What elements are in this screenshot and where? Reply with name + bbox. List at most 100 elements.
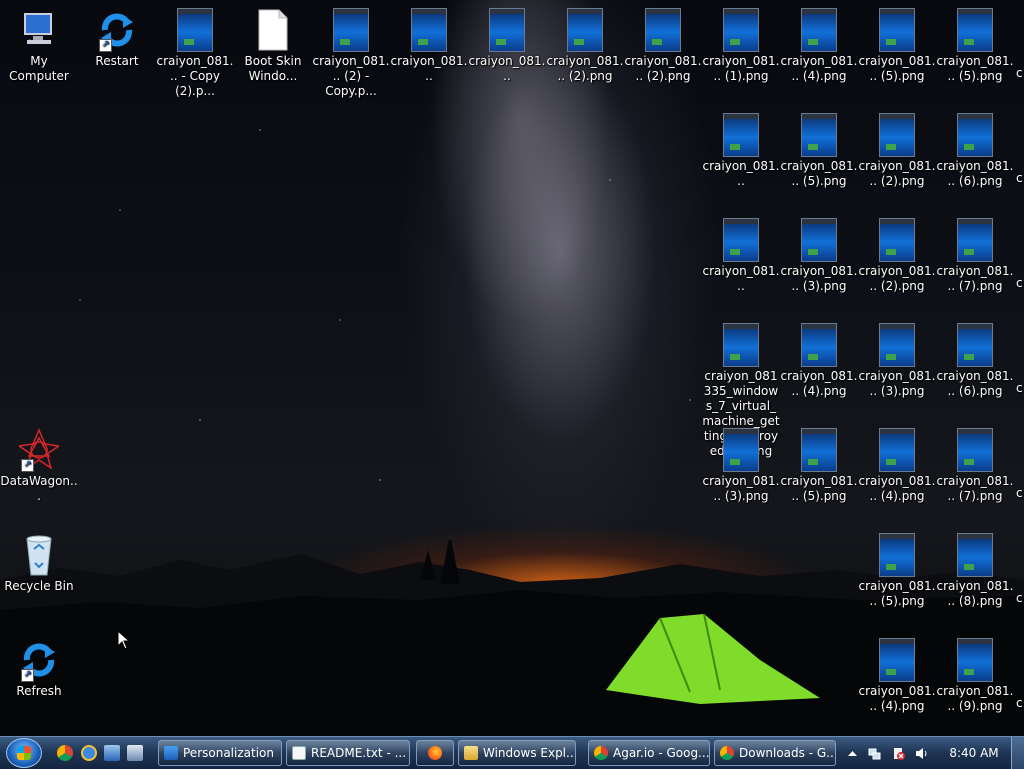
icon-label: craiyon_081... (4).png	[780, 54, 858, 83]
image-file-icon	[721, 218, 761, 262]
file-icon[interactable]: craiyon_081...	[702, 113, 780, 189]
file-icon[interactable]: craiyon_081...	[702, 218, 780, 294]
image-file-icon	[877, 323, 917, 367]
recycle-bin-icon[interactable]: Recycle Bin	[0, 533, 78, 594]
image-file-icon	[799, 113, 839, 157]
taskbar-button-personalization[interactable]: Personalization	[158, 740, 282, 766]
file-icon[interactable]: craiyon_081... (4).png	[858, 638, 936, 714]
image-file-icon	[877, 638, 917, 682]
file-icon[interactable]: craiyon_081... (8).png	[936, 533, 1014, 609]
refresh-shortcut[interactable]: ↗ Refresh	[0, 638, 78, 699]
show-desktop-button[interactable]	[1011, 737, 1024, 769]
edge-icon-label[interactable]: c	[1016, 276, 1023, 290]
internet-explorer-icon[interactable]	[81, 745, 97, 761]
trash-icon	[19, 533, 59, 577]
icon-label: craiyon_081... (5).png	[936, 54, 1014, 83]
file-icon[interactable]: craiyon_081... (2).png	[624, 8, 702, 84]
file-icon[interactable]: craiyon_081... (5).png	[936, 8, 1014, 84]
file-icon[interactable]: craiyon_081... (3).png	[780, 218, 858, 294]
edge-icon-label[interactable]: c	[1016, 171, 1023, 185]
icon-label: craiyon_081... (6).png	[936, 369, 1014, 398]
icon-label: craiyon_081... (3).png	[702, 474, 780, 503]
image-file-icon	[331, 8, 371, 52]
file-icon[interactable]: craiyon_081... (2).png	[546, 8, 624, 84]
file-icon[interactable]: craiyon_081... (3).png	[702, 428, 780, 504]
file-icon[interactable]: craiyon_081... (4).png	[780, 8, 858, 84]
file-icon[interactable]: craiyon_081... (9).png	[936, 638, 1014, 714]
show-hidden-icons-icon[interactable]	[846, 747, 859, 760]
file-icon[interactable]: craiyon_081... (4).png	[780, 323, 858, 399]
icon-label: craiyon_081... (4).png	[780, 369, 858, 398]
file-icon[interactable]: craiyon_081... (5).png	[780, 113, 858, 189]
switch-windows-icon[interactable]	[127, 745, 143, 761]
file-icon[interactable]: craiyon_081... - Copy (2).p...	[156, 8, 234, 99]
file-icon[interactable]: Boot Skin Windo...	[234, 8, 312, 84]
file-icon[interactable]: craiyon_081... (2) - Copy.p...	[312, 8, 390, 99]
taskbar-button-firefox[interactable]	[416, 740, 454, 766]
image-file-icon	[721, 323, 761, 367]
system-clock[interactable]: 8:40 AM	[938, 737, 1010, 769]
datawagon-shortcut[interactable]: ↗ DataWagon...	[0, 428, 78, 504]
image-file-icon	[877, 428, 917, 472]
image-file-icon	[799, 428, 839, 472]
image-file-icon	[799, 218, 839, 262]
image-file-icon	[721, 8, 761, 52]
taskbar-button-windows-explorer[interactable]: Windows Expl...	[458, 740, 576, 766]
chrome-icon	[594, 746, 608, 760]
taskbar-button-downloads-chrome[interactable]: Downloads - G...	[714, 740, 836, 766]
icon-label: craiyon_081...	[390, 54, 468, 83]
icon-label: craiyon_081... (5).png	[858, 54, 936, 83]
folder-icon	[464, 746, 478, 760]
taskbar-button-agar-chrome[interactable]: Agar.io - Goog...	[588, 740, 710, 766]
file-icon[interactable]: craiyon_081...	[390, 8, 468, 84]
icon-label: craiyon_081... (5).png	[780, 474, 858, 503]
file-icon[interactable]: craiyon_081...	[468, 8, 546, 84]
taskbar-button-label: Agar.io - Goog...	[613, 746, 710, 760]
personalization-icon	[164, 746, 178, 760]
icon-label: craiyon_081...	[702, 264, 780, 293]
file-icon[interactable]: craiyon_081... (5).png	[858, 533, 936, 609]
shortcut-arrow-icon: ↗	[99, 39, 112, 52]
file-icon[interactable]: craiyon_081... (4).png	[858, 428, 936, 504]
icon-label: craiyon_081... - Copy (2).p...	[156, 54, 234, 98]
windows-logo-icon	[17, 746, 31, 760]
my-computer-icon[interactable]: My Computer	[0, 8, 78, 84]
file-icon[interactable]: craiyon_081... (5).png	[858, 8, 936, 84]
taskbar-button-readme[interactable]: README.txt - ...	[286, 740, 410, 766]
image-file-icon	[721, 428, 761, 472]
icon-label: craiyon_081... (2).png	[546, 54, 624, 83]
edge-icon-label[interactable]: c	[1016, 696, 1023, 710]
edge-icon-label[interactable]: c	[1016, 591, 1023, 605]
file-icon[interactable]: craiyon_081... (5).png	[780, 428, 858, 504]
file-icon[interactable]: craiyon_081... (2).png	[858, 113, 936, 189]
icon-label: craiyon_081... (5).png	[858, 579, 936, 608]
image-file-icon	[721, 113, 761, 157]
icon-label: craiyon_081... (2).png	[858, 159, 936, 188]
icon-label: Recycle Bin	[4, 579, 74, 593]
restart-shortcut[interactable]: ↗ Restart	[78, 8, 156, 69]
notepad-icon	[292, 746, 306, 760]
file-icon[interactable]: craiyon_081... (1).png	[702, 8, 780, 84]
edge-icon-label[interactable]: c	[1016, 486, 1023, 500]
network-icon[interactable]	[868, 747, 881, 760]
volume-icon[interactable]	[915, 747, 928, 760]
file-icon[interactable]: craiyon_081... (7).png	[936, 428, 1014, 504]
chrome-icon[interactable]	[57, 745, 73, 761]
show-desktop-quicklaunch-icon[interactable]	[104, 745, 120, 761]
refresh-icon: ↗	[97, 8, 137, 52]
file-icon[interactable]: craiyon_081... (3).png	[858, 323, 936, 399]
file-icon[interactable]: craiyon_081... (7).png	[936, 218, 1014, 294]
taskbar: Personalization README.txt - ... Windows…	[0, 736, 1024, 769]
action-center-warning-icon[interactable]	[892, 747, 905, 760]
edge-icon-label[interactable]: c	[1016, 381, 1023, 395]
edge-icon-label[interactable]: c	[1016, 66, 1023, 80]
taskbar-button-label: Windows Expl...	[483, 746, 576, 760]
file-icon[interactable]: craiyon_081... (6).png	[936, 113, 1014, 189]
icon-label: Restart	[95, 54, 139, 68]
image-file-icon	[955, 638, 995, 682]
icon-label: DataWagon...	[0, 474, 78, 503]
file-icon[interactable]: craiyon_081... (2).png	[858, 218, 936, 294]
image-file-icon	[877, 218, 917, 262]
file-icon[interactable]: craiyon_081... (6).png	[936, 323, 1014, 399]
start-button[interactable]	[6, 738, 42, 768]
